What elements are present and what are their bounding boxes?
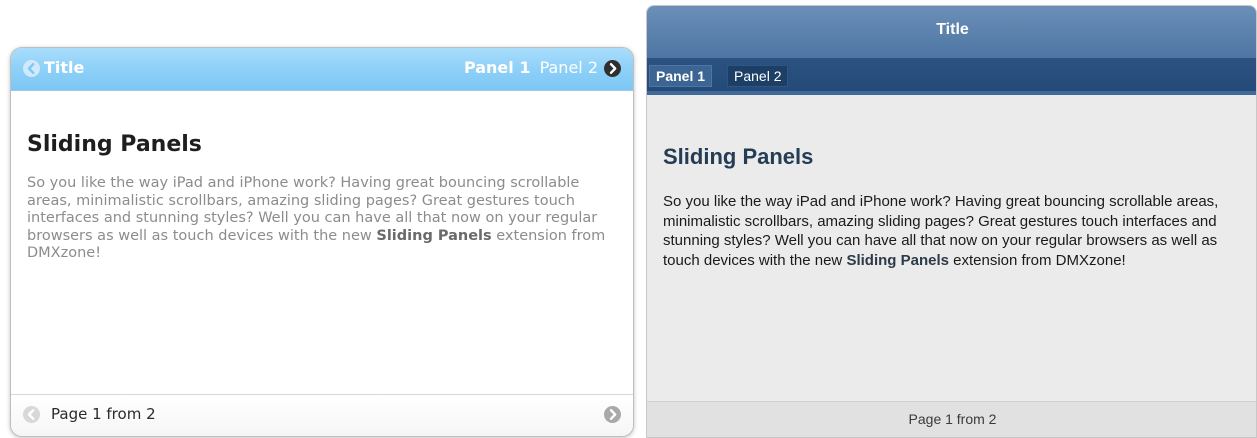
paragraph-text-end: extension from DMXzone! (948, 251, 1126, 269)
panel-footer: Page 1 from 2 (647, 401, 1256, 437)
page-indicator: Page 1 from 2 (51, 405, 156, 423)
panel-title-bar: Title (647, 6, 1256, 58)
panel-content: Sliding Panels So you like the way iPad … (27, 132, 627, 263)
chevron-right-circle-icon[interactable] (604, 60, 621, 77)
paragraph-bold-text: Sliding Panels (846, 251, 949, 269)
previous-page-icon[interactable] (23, 406, 40, 423)
paragraph-bold-text: Sliding Panels (376, 227, 492, 244)
page-indicator: Page 1 from 2 (908, 411, 997, 427)
tab-panel-1[interactable]: Panel 1 (464, 58, 531, 77)
sliding-panels-widget-dark: Title Panel 1 Panel 2 Sliding Panels So … (646, 5, 1257, 438)
panel-header: Title Panel 1 Panel 2 (11, 48, 633, 91)
tab-panel-2[interactable]: Panel 2 (727, 65, 789, 87)
tab-panel-1[interactable]: Panel 1 (649, 65, 713, 87)
panel-content: Sliding Panels So you like the way iPad … (663, 144, 1243, 270)
panel-title: Title (936, 21, 969, 38)
content-paragraph: So you like the way iPad and iPhone work… (663, 192, 1243, 270)
sliding-panels-widget-light: Title Panel 1 Panel 2 Sliding Panels So … (10, 47, 634, 437)
panel-tabs: Panel 1 Panel 2 (464, 58, 598, 77)
content-paragraph: So you like the way iPad and iPhone work… (27, 175, 627, 263)
content-heading: Sliding Panels (27, 132, 202, 157)
content-heading: Sliding Panels (663, 144, 814, 169)
panel-tab-bar: Panel 1 Panel 2 (647, 58, 1256, 95)
panel-title: Title (44, 58, 85, 77)
tab-panel-2[interactable]: Panel 2 (540, 58, 598, 77)
chevron-left-circle-icon[interactable] (23, 60, 40, 77)
next-page-icon[interactable] (604, 406, 621, 423)
panel-footer: Page 1 from 2 (11, 394, 633, 436)
